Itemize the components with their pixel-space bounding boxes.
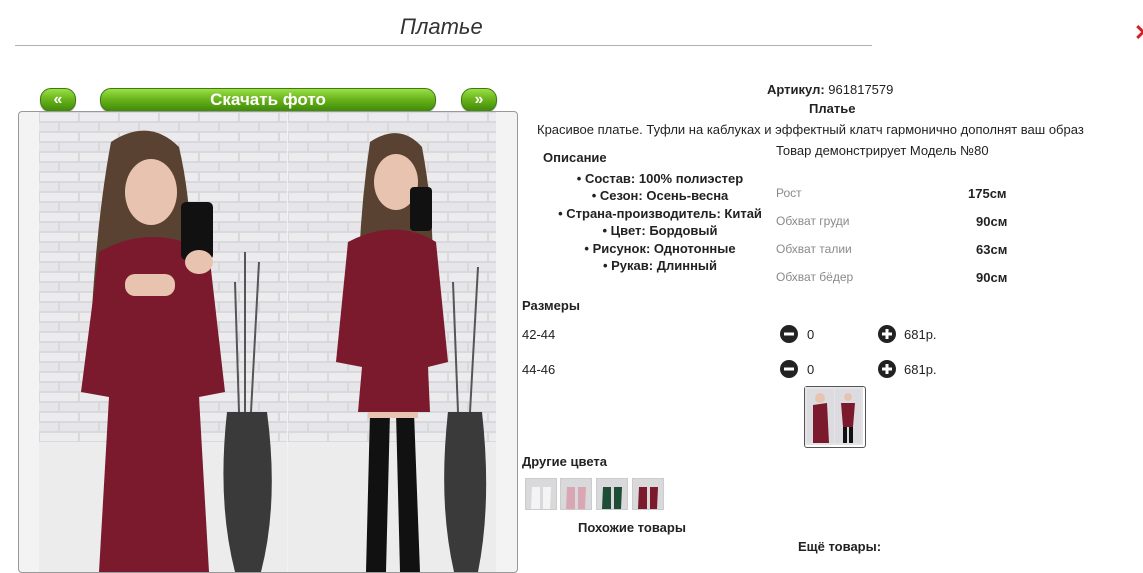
measurement-label: Обхват бёдер (776, 270, 854, 284)
price-value: 681р. (904, 362, 937, 377)
product-thumbnail[interactable] (804, 386, 866, 448)
measurement-label: Обхват талии (776, 242, 852, 256)
spec-item: • Страна-производитель: Китай (558, 205, 762, 221)
other-colors-heading: Другие цвета (522, 454, 607, 469)
next-photo-button[interactable]: » (461, 88, 497, 112)
photo-panel-left (39, 112, 287, 572)
product-description: Красивое платье. Туфли на каблуках и эфф… (537, 122, 1084, 137)
minus-circle-icon[interactable] (780, 325, 798, 343)
plus-circle-icon[interactable] (878, 325, 896, 343)
product-photo-image-2 (288, 112, 496, 572)
prev-photo-button[interactable]: « (40, 88, 76, 112)
color-option-burgundy[interactable] (632, 478, 664, 510)
minus-circle-icon[interactable] (780, 360, 798, 378)
measurement-label: Обхват груди (776, 214, 850, 228)
product-photo[interactable] (18, 111, 518, 573)
spec-item: • Состав: 100% полиэстер (576, 171, 744, 186)
measurement-value: 90см (976, 270, 1008, 285)
spec-item: • Сезон: Осень-весна (591, 188, 729, 204)
download-photo-button[interactable]: Скачать фото (100, 88, 436, 112)
thumbnail-image (805, 387, 863, 445)
article-row: Артикул: 961817579 (767, 82, 893, 97)
product-photo-image (39, 112, 287, 572)
spec-item: • Рисунок: Однотонные (584, 240, 736, 256)
model-note: Товар демонстрирует Модель №80 (776, 143, 989, 158)
article-value: 961817579 (828, 82, 894, 97)
size-label: 44-46 (522, 362, 556, 377)
measurement-value: 175см (968, 186, 1007, 201)
article-label: Артикул: (767, 82, 825, 97)
price-value: 681р. (904, 327, 937, 342)
more-products-heading: Ещё товары: (798, 539, 882, 554)
specs-list: • Состав: 100% полиэстер • Сезон: Осень-… (525, 170, 795, 274)
specs-heading: Описание (543, 150, 607, 165)
color-option-green[interactable] (596, 478, 628, 510)
page-title: Платье (400, 14, 483, 39)
measurement-label: Рост (776, 186, 802, 200)
spec-item: • Цвет: Бордовый (602, 223, 718, 239)
close-icon[interactable]: ✕ (1134, 20, 1143, 46)
sizes-heading: Размеры (522, 298, 580, 313)
size-label: 42-44 (522, 327, 556, 342)
measurement-value: 90см (976, 214, 1008, 229)
color-option-pink[interactable] (560, 478, 592, 510)
spec-item: • Рукав: Длинный (602, 258, 718, 274)
plus-circle-icon[interactable] (878, 360, 896, 378)
photo-panel-right (288, 112, 496, 572)
similar-products-heading: Похожие товары (578, 520, 686, 535)
title-divider (15, 45, 872, 46)
measurement-value: 63см (976, 242, 1008, 257)
quantity-value: 0 (807, 362, 815, 377)
color-option-white[interactable] (525, 478, 557, 510)
product-name: Платье (809, 101, 856, 116)
quantity-value: 0 (807, 327, 815, 342)
